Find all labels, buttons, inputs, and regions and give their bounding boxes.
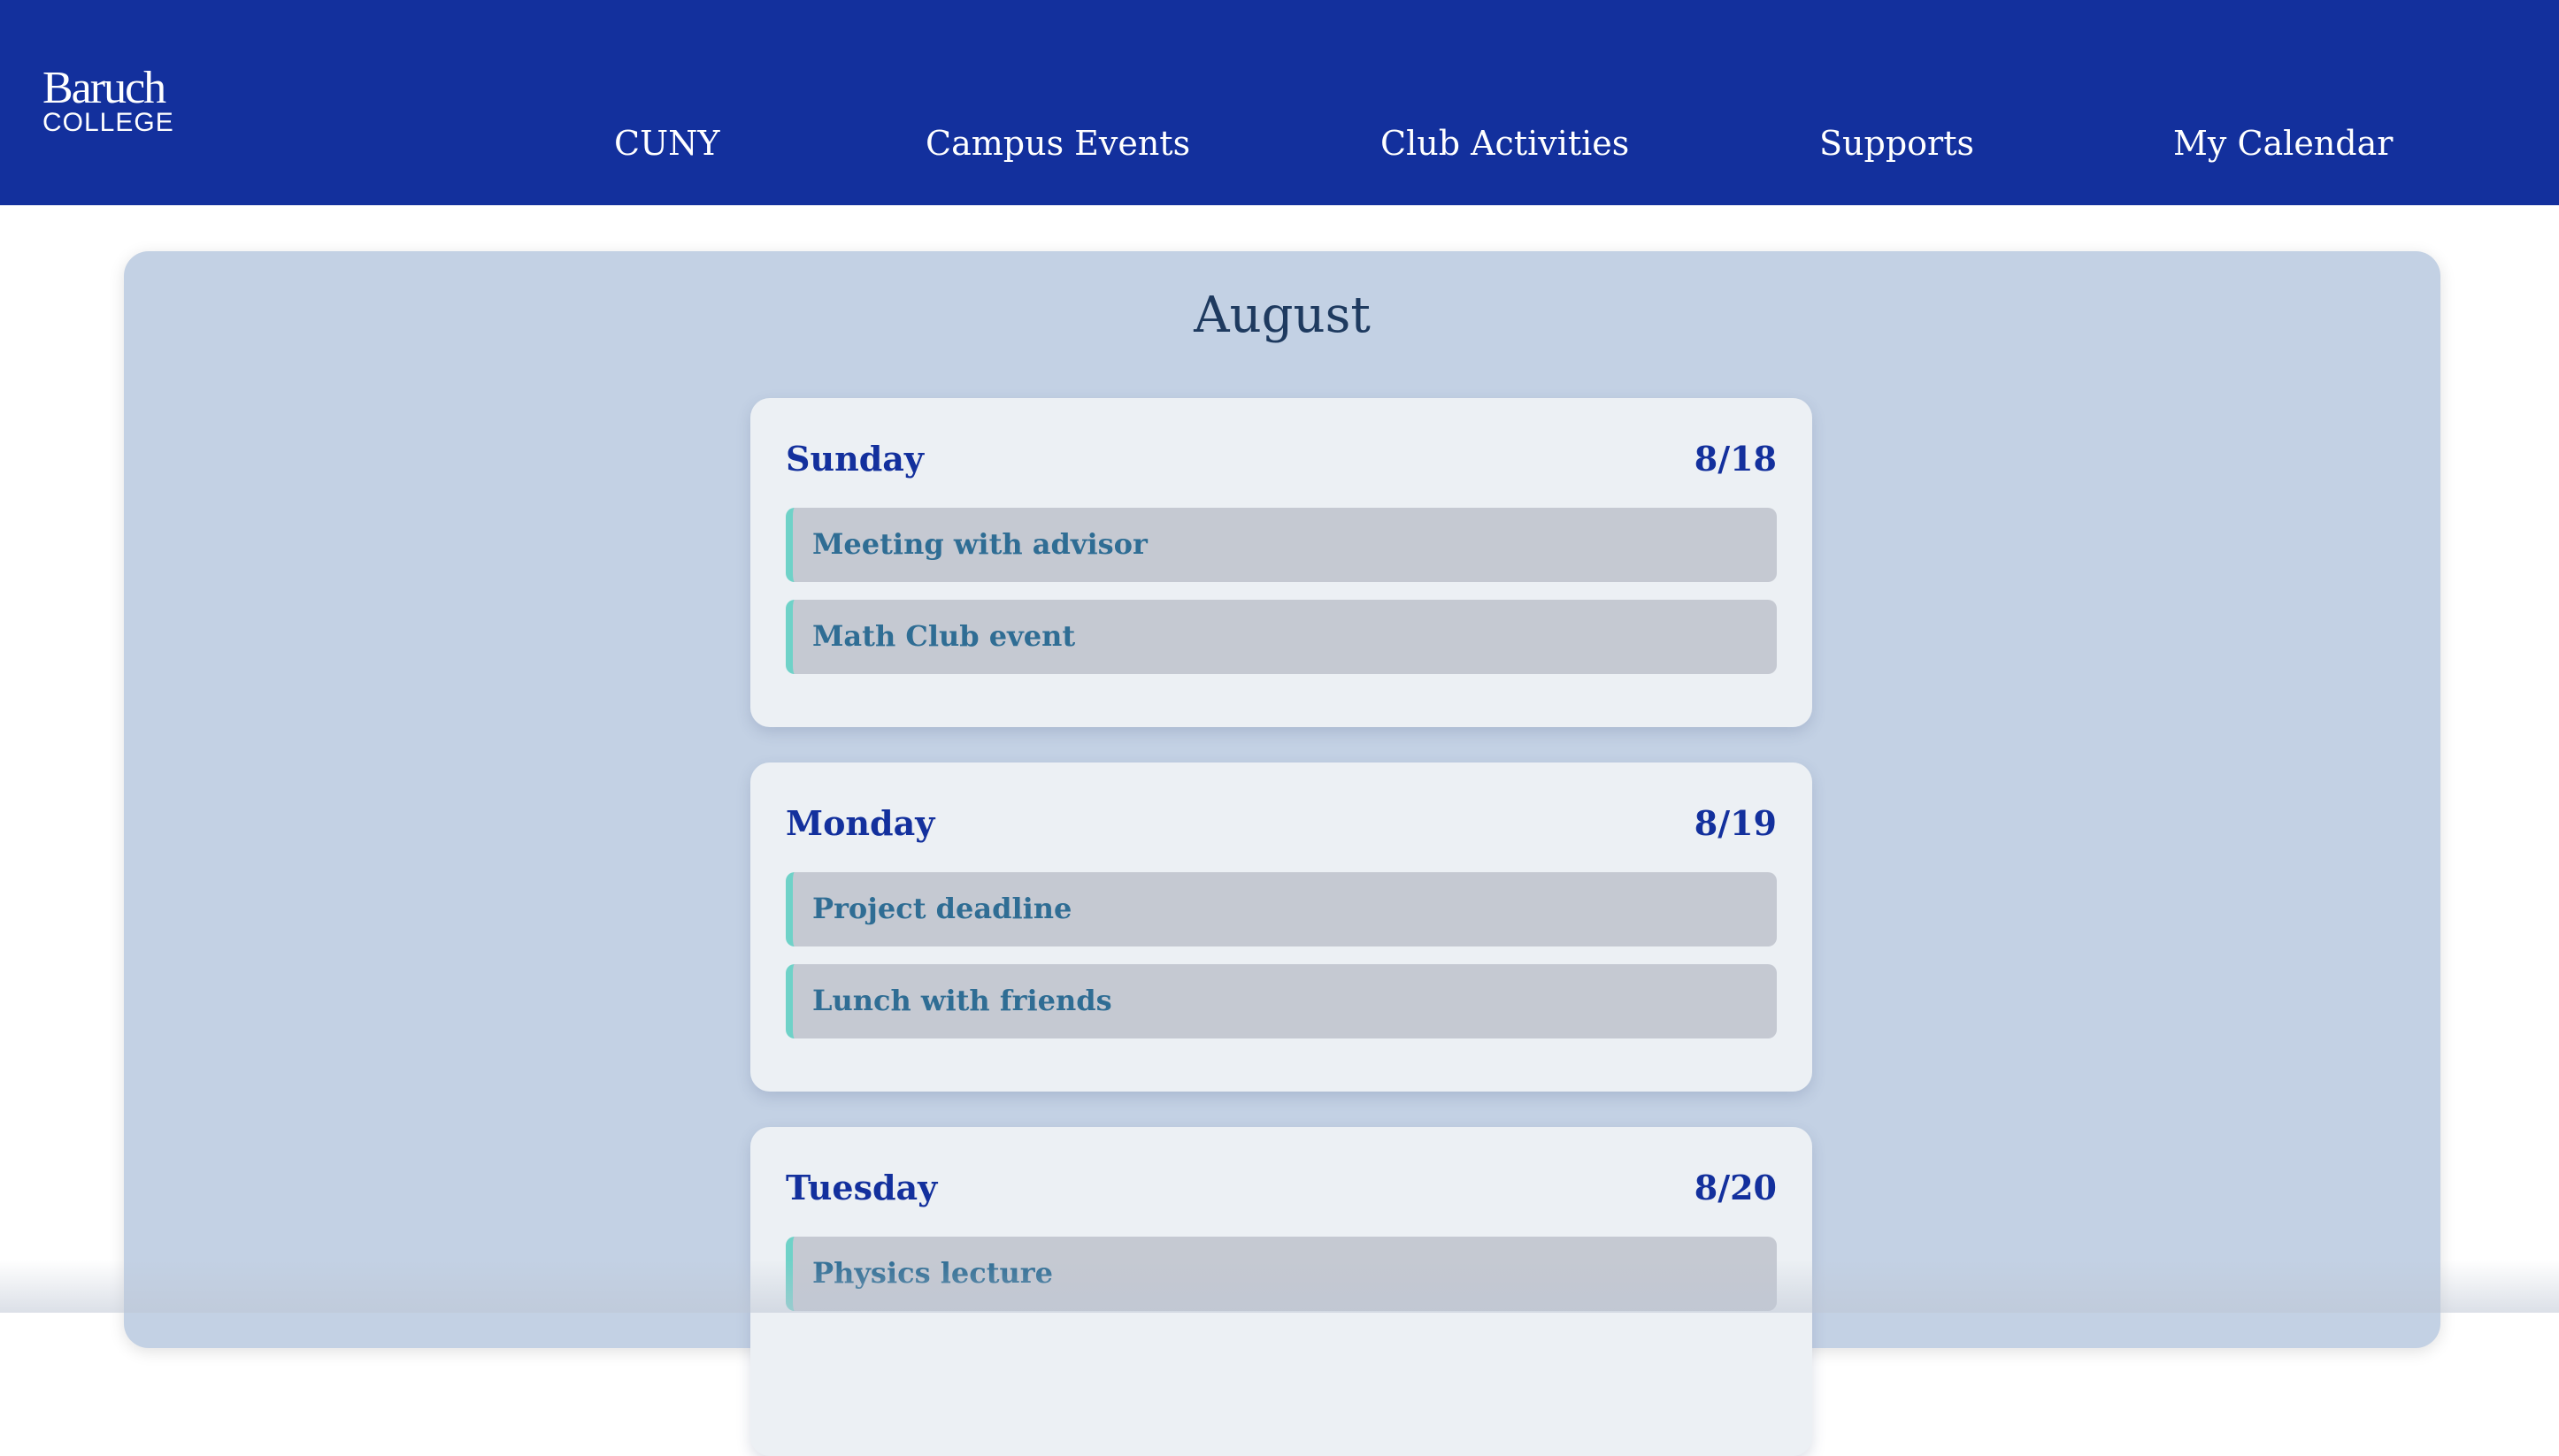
nav-cuny[interactable]: CUNY <box>614 124 719 163</box>
day-date: 8/18 <box>1694 439 1777 479</box>
logo-wordmark: Baruch <box>42 63 166 113</box>
nav-supports[interactable]: Supports <box>1819 124 1974 163</box>
event-item[interactable]: Project deadline <box>786 872 1777 946</box>
nav-club-activities[interactable]: Club Activities <box>1380 124 1629 163</box>
event-item[interactable]: Math Club event <box>786 600 1777 674</box>
calendar-panel: August Sunday 8/18 Meeting with advisor … <box>124 251 2440 1456</box>
day-card-tuesday: Tuesday 8/20 Physics lecture <box>750 1127 1812 1456</box>
day-name: Tuesday <box>786 1168 938 1207</box>
main-nav: CUNY Campus Events Club Activities Suppo… <box>0 124 2559 177</box>
day-card-monday: Monday 8/19 Project deadline Lunch with … <box>750 762 1812 1092</box>
day-name: Monday <box>786 803 935 843</box>
event-item[interactable]: Physics lecture <box>786 1237 1777 1311</box>
top-navigation-bar: Baruch COLLEGE CUNY Campus Events Club A… <box>0 0 2559 205</box>
event-item[interactable]: Meeting with advisor <box>786 508 1777 582</box>
event-label: Math Club event <box>812 619 1076 653</box>
nav-campus-events[interactable]: Campus Events <box>926 124 1190 163</box>
event-label: Lunch with friends <box>812 984 1112 1017</box>
nav-my-calendar[interactable]: My Calendar <box>2173 124 2393 163</box>
day-card-sunday: Sunday 8/18 Meeting with advisor Math Cl… <box>750 398 1812 727</box>
event-label: Project deadline <box>812 892 1072 925</box>
event-label: Physics lecture <box>812 1256 1053 1290</box>
day-date: 8/20 <box>1694 1168 1777 1207</box>
event-item[interactable]: Lunch with friends <box>786 964 1777 1038</box>
day-name: Sunday <box>786 439 924 479</box>
event-label: Meeting with advisor <box>812 527 1148 561</box>
month-title: August <box>1194 287 1371 344</box>
day-date: 8/19 <box>1694 803 1777 843</box>
